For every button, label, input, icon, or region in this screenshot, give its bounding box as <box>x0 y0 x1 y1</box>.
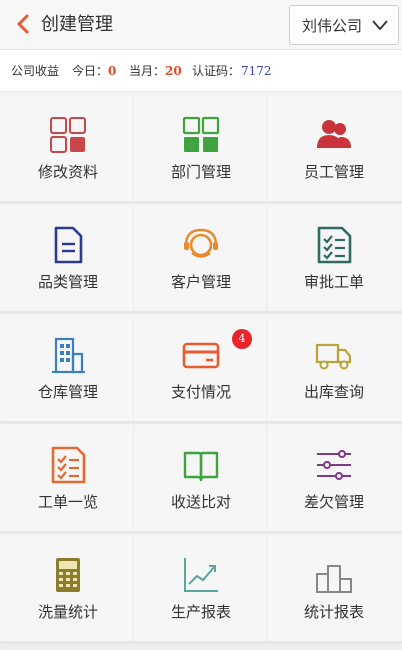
menu-item-customer[interactable]: 客户管理 <box>135 206 267 311</box>
income-label: 公司收益 <box>11 64 60 78</box>
menu-item-label: 修改资料 <box>37 163 98 181</box>
card-icon <box>182 342 220 369</box>
menu-row: 工单一览 收送比对 差欠管理 <box>0 426 402 534</box>
menu-item-edit-profile[interactable]: 修改资料 <box>2 96 134 201</box>
company-select-value: 刘伟公司 <box>302 17 363 35</box>
users-icon <box>317 120 351 148</box>
menu-item-work-orders[interactable]: 工单一览 <box>2 426 134 531</box>
month-label: 当月： <box>129 64 166 78</box>
menu-item-warehouse[interactable]: 仓库管理 <box>2 316 134 421</box>
menu-item-label: 仓库管理 <box>37 383 98 401</box>
menu-item-department[interactable]: 部门管理 <box>135 96 267 201</box>
headset-icon <box>184 228 218 258</box>
menu-item-label: 统计报表 <box>303 603 364 621</box>
truck-icon <box>315 343 352 370</box>
menu-row: 修改资料 部门管理 员工管理 <box>0 96 402 204</box>
menu-item-label: 收送比对 <box>170 493 231 511</box>
podium-icon <box>316 565 352 593</box>
sliders-icon <box>317 450 351 480</box>
menu-item-label: 审批工单 <box>303 273 364 291</box>
payment-notification-badge: 4 <box>232 329 252 349</box>
menu-row: 品类管理 客户管理 审批工单 <box>0 206 402 314</box>
today-label: 今日： <box>72 64 109 78</box>
menu-item-approval[interactable]: 审批工单 <box>268 206 400 311</box>
menu-item-label: 洗量统计 <box>37 603 98 621</box>
menu-item-label: 部门管理 <box>170 163 231 181</box>
company-select[interactable]: 刘伟公司 <box>289 5 399 45</box>
document-icon <box>54 226 83 264</box>
menu-grid: 修改资料 部门管理 员工管理 品类管理 客户管理 审批工单 仓库管理 支付情况 … <box>0 96 402 644</box>
chevron-down-icon <box>372 20 388 31</box>
building-icon <box>52 337 85 374</box>
department-grid-icon <box>182 116 220 152</box>
menu-item-label: 出库查询 <box>303 383 364 401</box>
menu-item-label: 生产报表 <box>170 603 231 621</box>
grid-squares-icon <box>50 117 86 153</box>
menu-item-arrears[interactable]: 差欠管理 <box>268 426 400 531</box>
back-arrow-icon[interactable] <box>13 13 35 35</box>
page-title: 创建管理 <box>41 14 113 35</box>
menu-item-label: 支付情况 <box>170 383 231 401</box>
month-value: 20 <box>165 64 182 78</box>
checklist-icon <box>317 226 352 264</box>
menu-item-outbound[interactable]: 出库查询 <box>268 316 400 421</box>
code-value: 7172 <box>241 64 272 78</box>
menu-item-staff[interactable]: 员工管理 <box>268 96 400 201</box>
menu-item-label: 客户管理 <box>170 273 231 291</box>
menu-item-label: 差欠管理 <box>303 493 364 511</box>
menu-row: 仓库管理 支付情况 出库查询 <box>0 316 402 424</box>
code-label: 认证码： <box>192 64 241 78</box>
calculator-icon <box>56 558 80 592</box>
menu-row: 洗量统计 生产报表 统计报表 <box>0 536 402 644</box>
menu-item-stats-report[interactable]: 统计报表 <box>268 536 400 641</box>
menu-item-label: 品类管理 <box>37 273 98 291</box>
bottom-spacer <box>0 644 402 650</box>
menu-item-label: 员工管理 <box>303 163 364 181</box>
book-icon <box>183 451 219 482</box>
today-value: 0 <box>108 64 117 78</box>
app-header: 创建管理 刘伟公司 <box>0 0 402 50</box>
task-list-icon <box>51 446 86 484</box>
menu-item-wash-stats[interactable]: 洗量统计 <box>2 536 134 641</box>
income-summary-bar: 公司收益 今日： 0 当月： 20 认证码： 7172 <box>0 50 402 92</box>
menu-item-label: 工单一览 <box>37 493 98 511</box>
menu-item-category[interactable]: 品类管理 <box>2 206 134 311</box>
trend-chart-icon <box>184 558 218 592</box>
menu-item-production-report[interactable]: 生产报表 <box>135 536 267 641</box>
menu-item-compare[interactable]: 收送比对 <box>135 426 267 531</box>
